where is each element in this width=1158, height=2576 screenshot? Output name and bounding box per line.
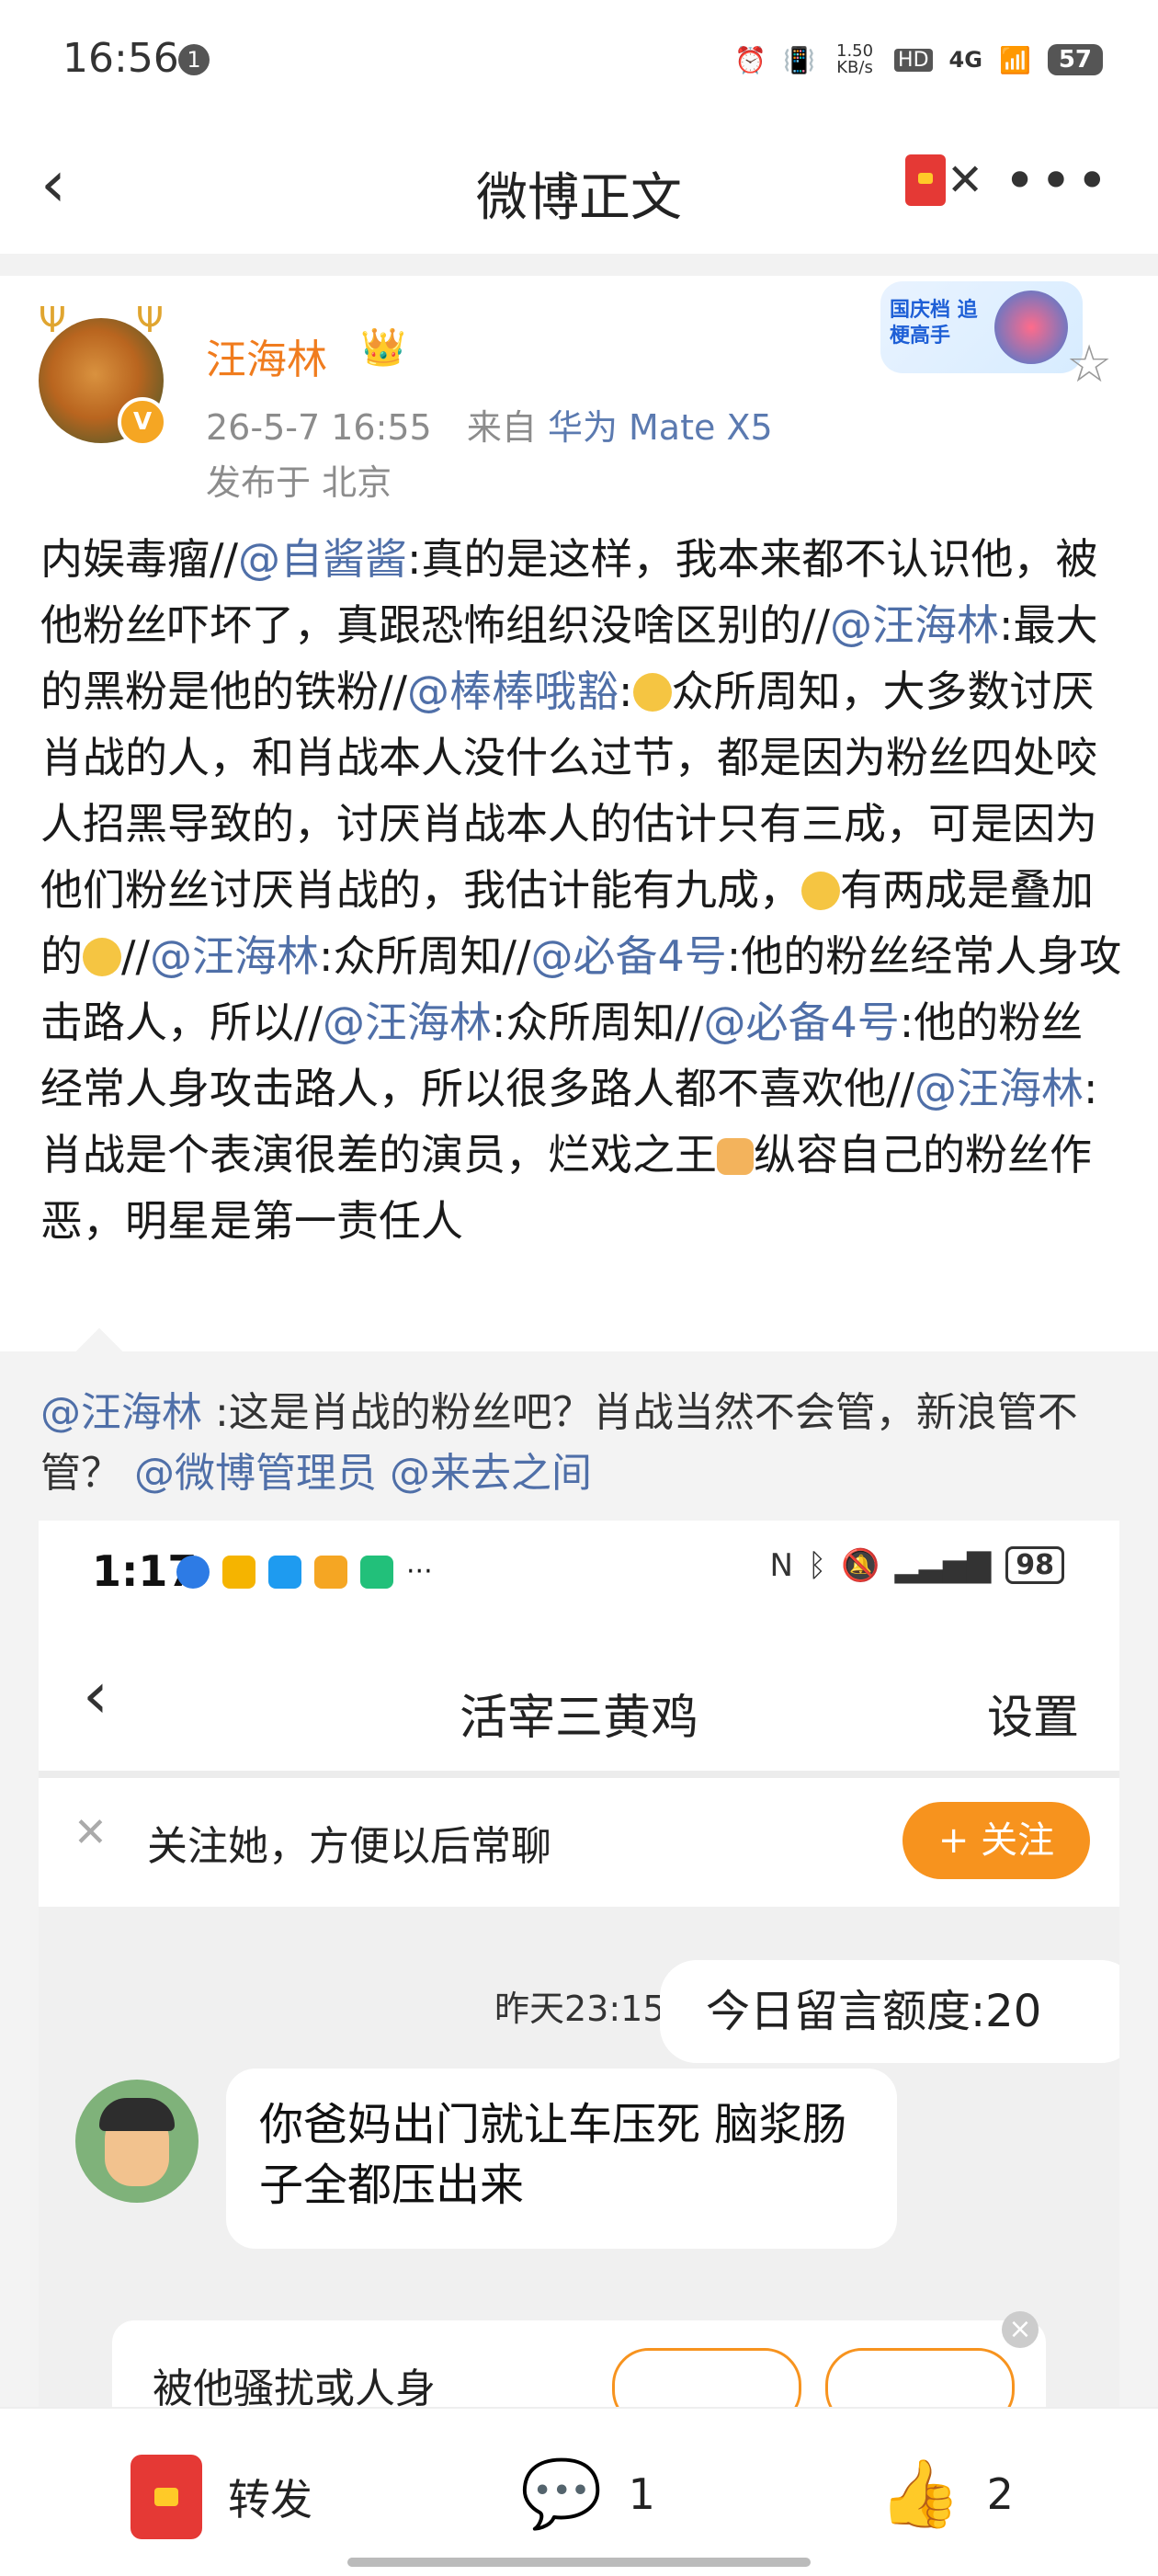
quota-bubble: 今日留言额度:20: [660, 1960, 1119, 2063]
body-text: 内娱毒瘤//: [40, 534, 238, 584]
mention-link[interactable]: @必备4号: [531, 931, 727, 981]
spark-icon[interactable]: ✕: [947, 154, 983, 206]
more-icon[interactable]: •••: [1004, 149, 1112, 213]
quote-author[interactable]: @汪海林: [40, 1389, 202, 1436]
mention-admin[interactable]: @微博管理员: [134, 1450, 377, 1497]
like-count: 2: [986, 2468, 1014, 2519]
more-dots-icon: ···: [406, 1556, 433, 1588]
mention-link[interactable]: @自酱酱: [238, 534, 407, 584]
vibrate-icon: 📳: [783, 44, 816, 75]
page-title: 微博正文: [476, 168, 682, 228]
mention-link[interactable]: @汪海林: [830, 600, 999, 650]
star-icon[interactable]: ☆: [1066, 335, 1112, 394]
app-icon: [314, 1556, 347, 1589]
body-text: :众所周知//: [319, 931, 531, 981]
body-text: //: [121, 931, 150, 981]
red-envelope-icon: [131, 2455, 202, 2539]
shot-settings[interactable]: 设置: [987, 1681, 1079, 1747]
event-badge[interactable]: 国庆档 追梗高手: [880, 281, 1083, 373]
repost-label: 转发: [228, 2475, 312, 2525]
mention-laiqu[interactable]: @来去之间: [390, 1450, 592, 1497]
from-label: 来自: [466, 407, 537, 448]
crown-icon: 👑: [360, 326, 406, 369]
avatar-hair: [99, 2098, 175, 2131]
nfc-icon: N: [769, 1546, 793, 1584]
mention-link[interactable]: @汪海林: [914, 1064, 1084, 1113]
message-timestamp: 昨天23:15: [494, 1989, 665, 2029]
thinking-emoji-icon: [801, 872, 840, 910]
mascot-icon: [994, 291, 1068, 364]
badge-text: 国庆档 追梗高手: [890, 299, 978, 348]
repost-button[interactable]: 转发: [131, 2455, 312, 2539]
device-link[interactable]: 华为 Mate X5: [548, 407, 773, 448]
mail-icon: [222, 1556, 255, 1589]
report-card-text: 被他骚扰或人身: [153, 2365, 436, 2412]
mention-link[interactable]: @汪海林: [150, 931, 319, 981]
verified-icon: V: [118, 397, 167, 447]
body-text: :: [619, 667, 633, 716]
mention-link[interactable]: @必备4号: [704, 997, 900, 1047]
avatar[interactable]: V: [39, 318, 167, 447]
username[interactable]: 汪海林: [206, 326, 327, 385]
mute-icon: 🔕: [841, 1546, 880, 1584]
signal-4g: 4G: [948, 47, 982, 73]
follow-hint: 关注她，方便以后常聊: [147, 1823, 551, 1870]
mention-link[interactable]: @汪海林: [323, 997, 492, 1047]
home-indicator[interactable]: [347, 2558, 811, 2567]
shot-battery: 98: [1005, 1546, 1064, 1584]
quoted-text: @汪海林 :这是肖战的粉丝吧？肖战当然不会管，新浪管不管？ @微博管理员 @来去…: [40, 1383, 1125, 1504]
shot-chat-title: 活宰三黄鸡: [459, 1691, 698, 1746]
like-button[interactable]: 👍 2: [879, 2455, 1014, 2533]
thumbs-up-icon: 👍: [879, 2455, 961, 2532]
bottom-toolbar: 转发 💬 1 👍 2: [0, 2407, 1158, 2576]
post-time: 26-5-7 16:55: [206, 407, 432, 448]
post-location: 发布于 北京: [206, 462, 392, 503]
thumbs-up-emoji-icon: [717, 1138, 754, 1175]
follow-button[interactable]: + 关注: [903, 1802, 1090, 1879]
app-icon: [176, 1556, 210, 1589]
shot-divider: [39, 1771, 1119, 1778]
post-meta: 26-5-7 16:55 来自 华为 Mate X5: [206, 399, 773, 450]
shot-app-icons: ···: [176, 1556, 433, 1589]
comment-button[interactable]: 💬 1: [520, 2455, 655, 2533]
alarm-icon: ⏰: [734, 44, 767, 75]
comment-count: 1: [628, 2468, 655, 2519]
thinking-emoji-icon: [83, 938, 121, 976]
comment-icon: 💬: [520, 2455, 603, 2532]
net-speed: 1.50 KB/s: [836, 41, 874, 77]
red-packet-icon[interactable]: [905, 154, 946, 206]
status-icons: ⏰ 📳 1.50 KB/s HD 4G 📶 57: [734, 37, 1103, 83]
divider: [0, 254, 1158, 276]
hd-icon: HD: [894, 48, 933, 72]
status-bar: 16:56 1 ⏰ 📳 1.50 KB/s HD 4G 📶 57: [0, 0, 1158, 120]
mention-link[interactable]: @棒棒哦豁: [407, 667, 619, 716]
thinking-emoji-icon: [632, 673, 672, 712]
card-close-icon[interactable]: ×: [1002, 2311, 1039, 2348]
shield-icon: [360, 1556, 393, 1589]
top-nav: ‹ 微博正文 ✕ •••: [0, 120, 1158, 248]
sender-avatar[interactable]: [75, 2080, 199, 2203]
wifi-icon: 📶: [998, 44, 1031, 75]
message-bubble: 你爸妈出门就让车压死 脑浆肠子全都压出来: [226, 2069, 897, 2249]
bluetooth-icon: ᛒ: [807, 1546, 827, 1584]
battery-level: 57: [1047, 44, 1103, 75]
embedded-screenshot[interactable]: 1:17 ··· N ᛒ 🔕 ▂▃▅▇ 98 ‹ 活宰三黄鸡 设置 ✕ 关注她，…: [39, 1521, 1119, 2418]
post-body: 内娱毒瘤//@自酱酱:真的是这样，我本来都不认识他，被他粉丝吓坏了，真跟恐怖组织…: [40, 526, 1125, 1254]
close-icon[interactable]: ✕: [74, 1809, 108, 1856]
body-text: :众所周知//: [492, 997, 704, 1047]
notification-count: 1: [178, 44, 210, 75]
chat-icon: [268, 1556, 301, 1589]
status-time: 16:56: [62, 35, 179, 82]
quote-notch: [75, 1328, 123, 1375]
signal-icon: ▂▃▅▇: [894, 1546, 992, 1584]
shot-status-right: N ᛒ 🔕 ▂▃▅▇ 98: [769, 1546, 1064, 1584]
